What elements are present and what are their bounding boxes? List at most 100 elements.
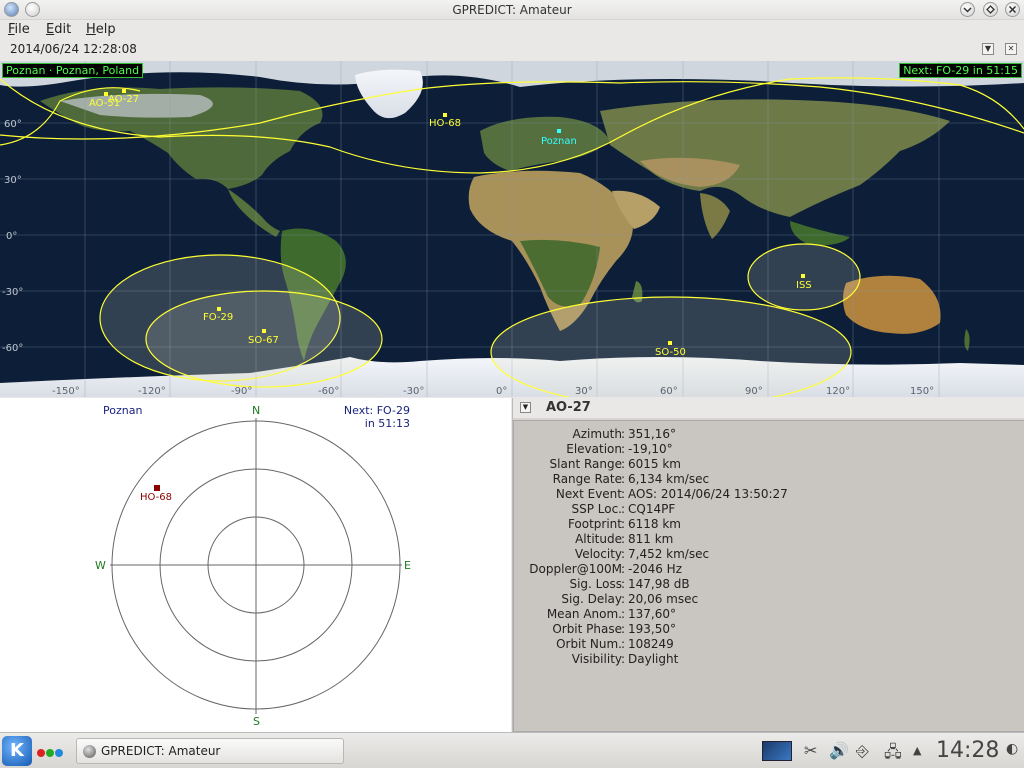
lon-label: 90°: [745, 386, 763, 397]
maximize-button[interactable]: [983, 2, 998, 17]
info-row: Velocity:7,452 km/sec: [514, 547, 1024, 562]
lat-label: -60°: [2, 343, 23, 354]
world-map[interactable]: 60° 30° 0° -30° -60° -150° -120° -90° -6…: [0, 61, 1024, 397]
panel-toolbox-icon[interactable]: ◐: [1006, 741, 1018, 757]
info-value: 6118 km: [628, 517, 681, 531]
lat-label: 60°: [4, 119, 22, 130]
module-menu-button[interactable]: ▼: [982, 43, 994, 55]
info-satellite-name: AO-27: [546, 400, 591, 415]
window-title: GPREDICT: Amateur: [452, 3, 572, 17]
red-dot-icon: [37, 749, 45, 757]
info-value: 7,452 km/sec: [628, 547, 710, 561]
satellite-info-panel: ▼ AO-27 Azimuth:351,16° Elevation: -19,10…: [512, 398, 1024, 732]
polar-sat-label: HO-68: [140, 492, 172, 503]
menu-file-label: ile: [14, 22, 30, 37]
lat-label: 0°: [6, 231, 17, 242]
info-label: Azimuth: [572, 427, 622, 441]
map-next-event-label: Next: FO-29 in 51:15: [899, 63, 1022, 78]
activity-dots-icon[interactable]: [37, 746, 64, 760]
info-label: Elevation: [566, 442, 622, 456]
info-colon: :: [621, 592, 626, 606]
sat-label: SO-50: [655, 347, 686, 358]
info-row: Orbit Phase:193,50°: [514, 622, 1024, 637]
menu-edit[interactable]: Edit: [46, 22, 71, 37]
info-colon: :: [621, 487, 626, 501]
lon-label: -90°: [231, 386, 252, 397]
compass-e: E: [404, 559, 411, 572]
info-value: 20,06 msec: [628, 592, 699, 606]
info-row: Next Event: AOS: 2014/06/24 13:50:27: [514, 487, 1024, 502]
info-value: CQ14PF: [628, 502, 676, 516]
task-gpredict[interactable]: GPREDICT: Amateur: [76, 738, 344, 764]
diamond-icon: [986, 5, 995, 14]
info-colon: :: [621, 652, 626, 666]
satellite-menu-button[interactable]: ▼: [520, 402, 531, 413]
menu-file[interactable]: File: [8, 22, 30, 37]
polar-view[interactable]: N S E W HO-68 Poznan Next: FO-29 in 51:1…: [0, 398, 511, 732]
info-value: -19,10°: [628, 442, 673, 456]
info-body: Azimuth:351,16° Elevation: -19,10° Slant …: [513, 420, 1024, 732]
info-label: Doppler@100M: [529, 562, 622, 576]
info-colon: :: [621, 532, 626, 546]
qth-label: Poznan: [541, 136, 577, 147]
info-label: Orbit Phase: [552, 622, 622, 636]
info-value: 6015 km: [628, 457, 681, 471]
info-row: Mean Anom.:137,60°: [514, 607, 1024, 622]
title-bar: GPREDICT: Amateur: [0, 0, 1024, 20]
info-row: Sig. Delay:20,06 msec: [514, 592, 1024, 607]
scissors-icon[interactable]: ✂: [804, 741, 817, 760]
sat-marker-so67[interactable]: [262, 329, 266, 333]
close-button[interactable]: [1005, 2, 1020, 17]
info-label: Range Rate: [552, 472, 622, 486]
volume-icon[interactable]: 🔊: [829, 741, 849, 760]
lon-label: 0°: [496, 386, 507, 397]
lon-label: 60°: [660, 386, 678, 397]
info-value: 147,98 dB: [628, 577, 690, 591]
module-close-button[interactable]: ✕: [1005, 43, 1017, 55]
kde-launcher-icon[interactable]: K: [2, 736, 32, 766]
info-colon: :: [621, 607, 626, 621]
usb-icon[interactable]: ⎆: [856, 741, 869, 761]
info-row: Elevation: -19,10°: [514, 442, 1024, 457]
sat-marker-ho68-polar[interactable]: [154, 485, 160, 491]
sat-marker-ho68[interactable]: [443, 113, 447, 117]
sat-label: AO-27: [108, 94, 139, 105]
info-value: 811 km: [628, 532, 674, 546]
info-label: Sig. Loss: [569, 577, 622, 591]
polar-next-line1: Next: FO-29: [343, 404, 410, 417]
info-value: AOS: 2014/06/24 13:50:27: [628, 487, 788, 501]
info-colon: :: [621, 562, 626, 576]
sat-marker-so50[interactable]: [668, 341, 672, 345]
polar-canvas: N S E W HO-68: [95, 404, 411, 728]
tray-expand-icon[interactable]: ▲: [913, 744, 921, 757]
taskbar-clock[interactable]: 14:28: [936, 738, 999, 763]
menu-help-mnemonic: H: [86, 22, 96, 37]
minimize-button[interactable]: [960, 2, 975, 17]
info-label: Next Event: [555, 487, 622, 501]
menu-help[interactable]: Help: [86, 22, 116, 37]
lon-label: -30°: [403, 386, 424, 397]
info-colon: :: [621, 577, 626, 591]
lat-label: -30°: [2, 287, 23, 298]
chevron-down-icon: [963, 7, 972, 13]
info-row: Visibility: Daylight: [514, 652, 1024, 667]
taskbar: K GPREDICT: Amateur ✂ 🔊 ⎆ 🖧 ▲ 14:28 ◐: [0, 732, 1024, 768]
compass-labels: N S E W: [95, 404, 411, 728]
sat-marker-fo29[interactable]: [217, 307, 221, 311]
info-label: SSP Loc.: [571, 502, 622, 516]
info-colon: :: [621, 472, 626, 486]
compass-s: S: [253, 715, 260, 728]
qth-marker[interactable]: [557, 129, 561, 133]
info-row: Altitude:811 km: [514, 532, 1024, 547]
info-colon: :: [621, 502, 626, 516]
sat-marker-ao27[interactable]: [122, 89, 126, 93]
info-row: Orbit Num.:108249: [514, 637, 1024, 652]
network-icon[interactable]: 🖧: [884, 741, 902, 768]
desktop-pager-icon[interactable]: [762, 741, 792, 761]
info-label: Sig. Delay: [561, 592, 622, 606]
info-colon: :: [621, 442, 626, 456]
info-row: Range Rate:6,134 km/sec: [514, 472, 1024, 487]
sat-marker-iss[interactable]: [801, 274, 805, 278]
lat-label: 30°: [4, 175, 22, 186]
lon-label: 120°: [826, 386, 850, 397]
